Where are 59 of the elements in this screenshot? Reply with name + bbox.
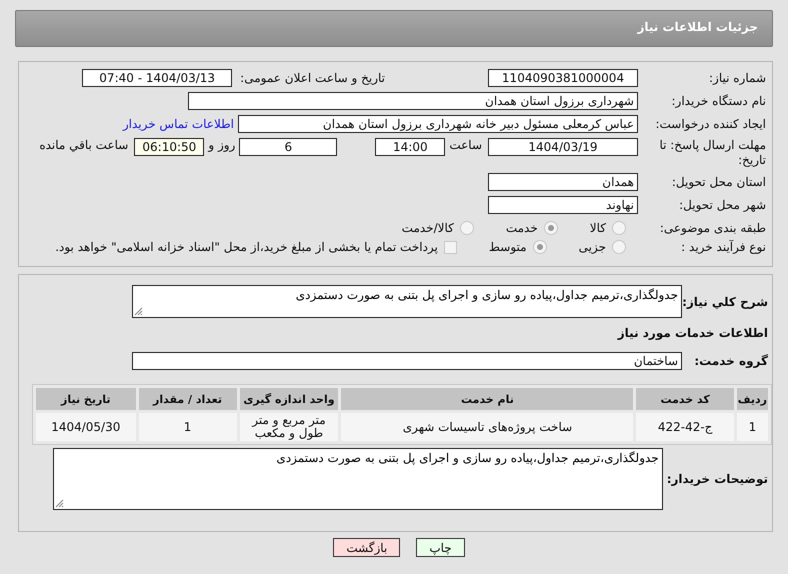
radio-button[interactable] — [460, 221, 474, 235]
text-field[interactable]: ساختمان — [132, 352, 682, 370]
radio-button[interactable] — [612, 240, 626, 254]
field-label: شهر محل تحویل: — [678, 198, 767, 212]
field-label: نوع فرآیند خرید : — [680, 240, 767, 254]
section-title: اطلاعات خدمات مورد نیاز — [618, 326, 769, 340]
field-label: ساعت باقي مانده — [39, 138, 128, 152]
field-label: مهلت ارسال پاسخ: تا تاریخ: — [658, 138, 767, 168]
text-field[interactable]: 6 — [239, 138, 338, 156]
text-area[interactable]: جدولگذاری،ترمیم جداول،پیاده رو سازی و اجرای پل بتنی به صورت دستمزدی — [132, 285, 682, 318]
text-field[interactable]: 1404/03/13 - 07:40 — [82, 69, 232, 87]
column-header: تاریخ نیاز — [36, 388, 136, 410]
field-label: نام دستگاه خریدار: — [670, 94, 767, 108]
field-label: ساعت — [449, 138, 482, 152]
resize-grip-icon[interactable] — [134, 307, 143, 316]
print-button[interactable]: چاپ — [416, 538, 465, 557]
text-field[interactable]: 1404/03/19 — [488, 138, 638, 156]
field-label: کالا/خدمت — [402, 221, 454, 235]
field-label: گروه خدمت: — [693, 354, 769, 368]
text-field[interactable]: 1104090381000004 — [488, 69, 638, 87]
table-cell: 1 — [736, 413, 768, 441]
text-area[interactable]: جدولگذاری،ترمیم جداول،پیاده رو سازی و اجرای پل بتنی به صورت دستمزدی — [52, 448, 663, 510]
field-label: متوسط — [488, 240, 527, 254]
field-label: کالا — [590, 221, 606, 235]
radio-button[interactable] — [544, 221, 558, 235]
radio-button[interactable] — [532, 240, 547, 254]
field-label: ایجاد کننده درخواست: — [654, 117, 767, 131]
field-label: روز و — [208, 138, 236, 152]
text-field[interactable]: 14:00 — [375, 138, 446, 156]
text-field[interactable]: عباس کرمعلی مسئول دبیر خانه شهرداری برزول استان همدان — [238, 115, 638, 133]
text-field[interactable]: نهاوند — [488, 196, 638, 214]
table-cell: 1404/05/30 — [36, 413, 136, 441]
radio-button[interactable] — [612, 221, 626, 235]
text-field[interactable]: 06:10:50 — [134, 138, 204, 156]
table-cell: ساخت پروژه‌های تاسیسات شهری — [341, 413, 634, 441]
table-cell: ج-42-422 — [636, 413, 734, 441]
column-header: ردیف — [736, 388, 768, 410]
field-label: طبقه بندی موضوعی: — [658, 221, 767, 235]
column-header: واحد اندازه گیری — [240, 388, 338, 410]
contact-link[interactable]: اطلاعات تماس خریدار — [122, 117, 234, 131]
field-label: تاریخ و ساعت اعلان عمومی: — [240, 71, 385, 85]
page-title: جزئیات اطلاعات نیاز — [637, 19, 759, 34]
resize-grip-icon[interactable] — [54, 499, 64, 508]
table-cell: 1 — [138, 413, 236, 441]
field-label: جزیی — [578, 240, 606, 254]
back-button[interactable]: بازگشت — [333, 538, 400, 557]
text-field[interactable]: شهرداری برزول استان همدان — [188, 92, 638, 110]
field-label: پرداخت تمام یا بخشی از مبلغ خرید،از محل "اسناد خزانه اسلامی" خواهد بود. — [55, 240, 438, 254]
field-label: توضیحات خریدار: — [666, 472, 769, 486]
field-label: استان محل تحویل: — [670, 175, 767, 189]
checkbox[interactable] — [444, 240, 457, 254]
column-header: نام خدمت — [341, 388, 634, 410]
field-label: خدمت — [506, 221, 538, 235]
column-header: تعداد / مقدار — [138, 388, 236, 410]
field-label: شرح کلي نياز: — [682, 295, 769, 309]
table-cell: متر مربع و متر طول و مکعب — [240, 413, 338, 441]
field-label: شماره نیاز: — [708, 71, 767, 85]
text-field[interactable]: همدان — [488, 173, 638, 191]
column-header: کد خدمت — [636, 388, 734, 410]
